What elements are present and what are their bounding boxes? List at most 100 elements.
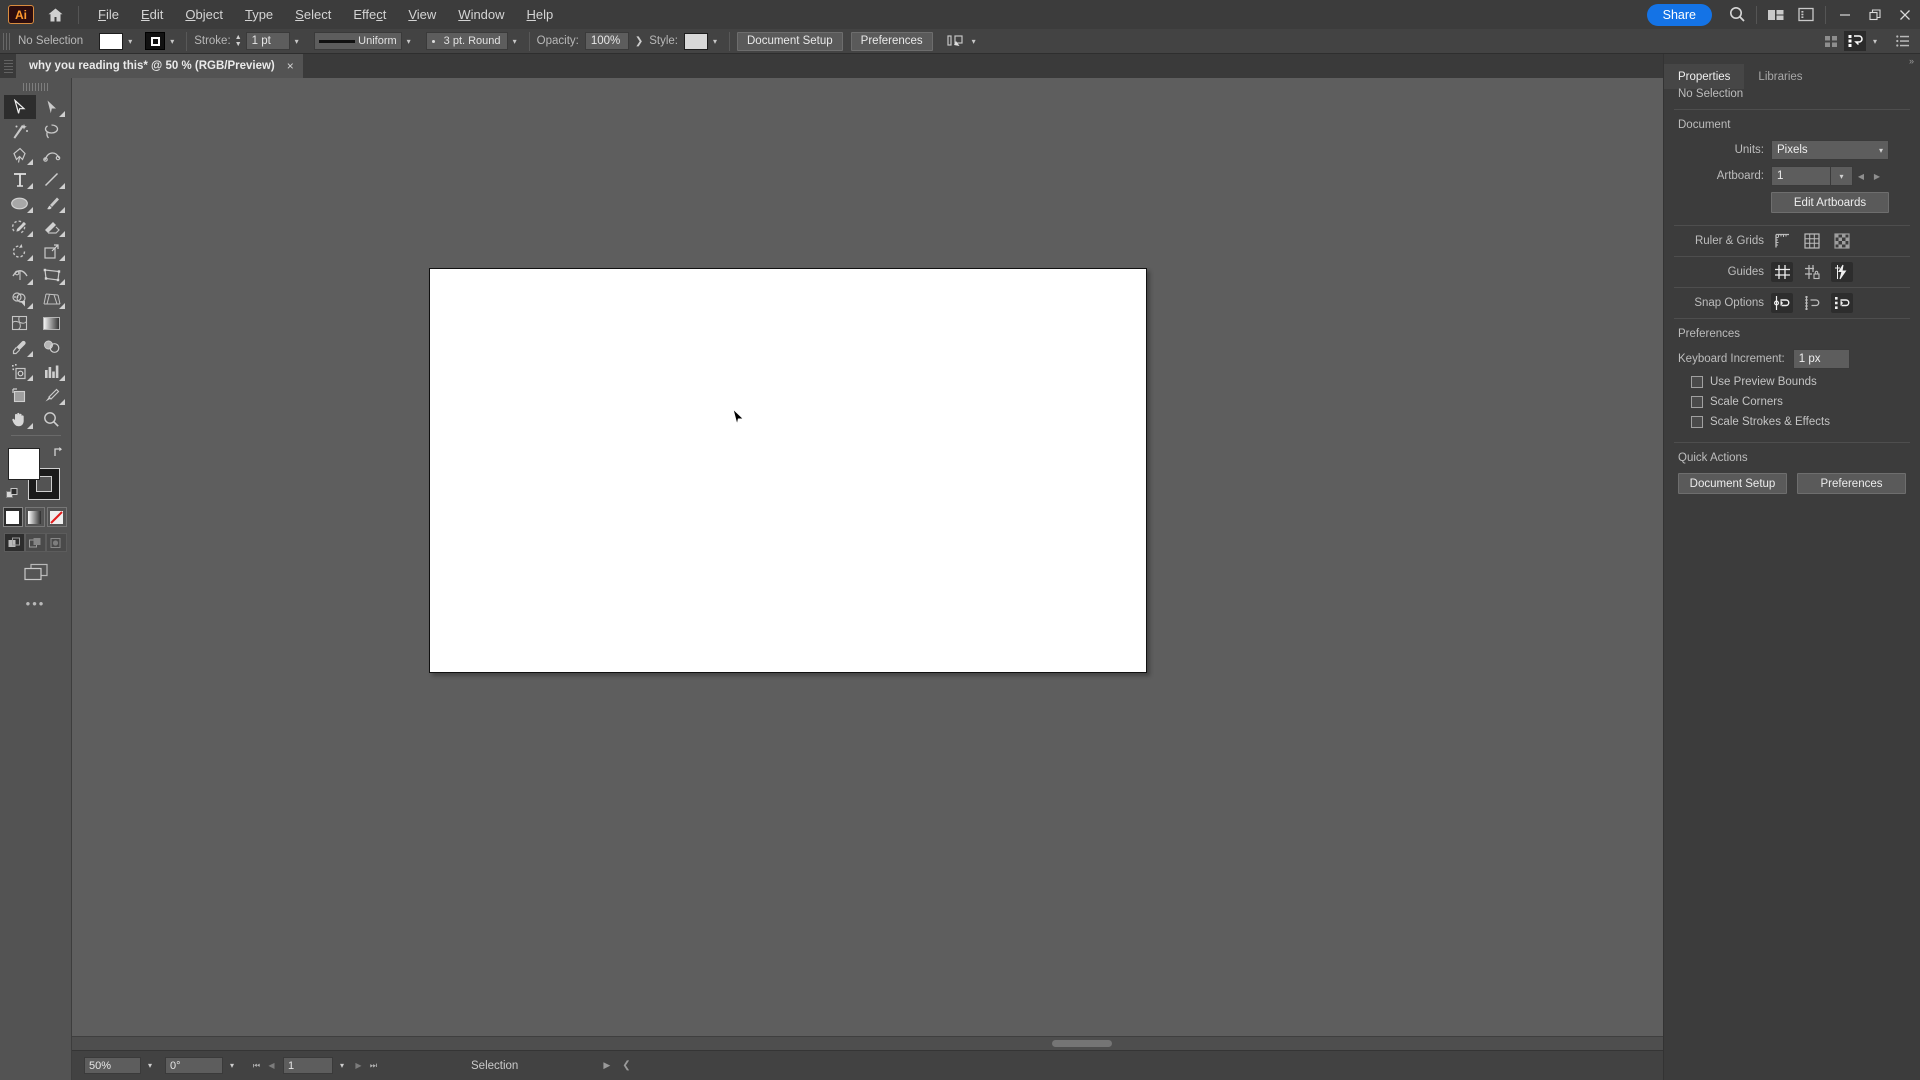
artboard-tool[interactable] <box>4 383 36 407</box>
canvas-area[interactable]: ▲ ▼ <box>72 78 1817 1050</box>
shaper-tool[interactable] <box>4 215 36 239</box>
change-screen-mode-button[interactable] <box>17 560 55 584</box>
menu-select[interactable]: Select <box>284 2 342 27</box>
magic-wand-tool[interactable] <box>4 119 36 143</box>
previous-artboard-icon[interactable]: ◀ <box>264 1057 279 1074</box>
scale-strokes-effects-checkbox[interactable] <box>1691 416 1703 428</box>
curvature-tool[interactable] <box>36 143 68 167</box>
perspective-grid-tool[interactable] <box>36 287 68 311</box>
zoom-chevron-down-icon[interactable]: ▾ <box>141 1057 159 1074</box>
lock-guides-icon[interactable] <box>1801 262 1823 282</box>
use-preview-bounds-checkbox[interactable] <box>1691 376 1703 388</box>
none-mode-button[interactable] <box>46 507 67 527</box>
rotation-input[interactable]: 0° <box>165 1057 223 1074</box>
keyboard-increment-input[interactable]: 1 px <box>1792 349 1850 369</box>
eraser-tool[interactable] <box>36 215 68 239</box>
artboard[interactable] <box>429 268 1147 673</box>
previous-artboard-icon[interactable]: ◀ <box>1853 166 1869 186</box>
tab-libraries[interactable]: Libraries <box>1744 64 1816 89</box>
menu-effect[interactable]: Effect <box>342 2 397 27</box>
pen-tool[interactable] <box>4 143 36 167</box>
next-artboard-icon[interactable]: ▶ <box>351 1057 366 1074</box>
workspace-chevron-down-icon[interactable]: ▾ <box>1868 33 1882 50</box>
window-minimize-button[interactable] <box>1830 0 1860 29</box>
snap-to-point-icon[interactable] <box>1771 293 1793 313</box>
canvas-horizontal-scrollbar[interactable] <box>72 1036 1803 1050</box>
menu-type[interactable]: Type <box>234 2 284 27</box>
fill-chevron-down-icon[interactable]: ▾ <box>123 33 137 50</box>
free-transform-tool[interactable] <box>36 263 68 287</box>
brush-definition-select[interactable]: 3 pt. Round <box>425 32 508 50</box>
preferences-button[interactable]: Preferences <box>850 31 933 51</box>
draw-behind-button[interactable] <box>25 533 46 552</box>
use-preview-bounds-row[interactable]: Use Preview Bounds <box>1664 372 1920 392</box>
fill-color-swatch[interactable] <box>7 448 40 480</box>
scale-strokes-effects-row[interactable]: Scale Strokes & Effects <box>1664 412 1920 432</box>
show-guides-icon[interactable] <box>1771 262 1793 282</box>
color-mode-button[interactable] <box>2 507 23 527</box>
workspace-essentials-icon[interactable] <box>1844 31 1866 51</box>
menu-edit[interactable]: Edit <box>130 2 174 27</box>
shape-builder-tool[interactable] <box>4 287 36 311</box>
share-button[interactable]: Share <box>1646 3 1712 26</box>
panel-menu-icon[interactable] <box>1892 31 1914 51</box>
grid-view-icon[interactable] <box>1820 31 1842 51</box>
next-artboard-icon[interactable]: ▶ <box>1869 166 1885 186</box>
eyedropper-tool[interactable] <box>4 335 36 359</box>
hand-tool[interactable] <box>4 407 36 431</box>
show-transparency-grid-icon[interactable] <box>1831 231 1853 251</box>
zoom-level-input[interactable]: 50% <box>84 1057 141 1074</box>
status-options-icon[interactable]: ❮ <box>622 1060 630 1071</box>
paintbrush-tool[interactable] <box>36 191 68 215</box>
rotate-tool[interactable] <box>4 239 36 263</box>
align-chevron-down-icon[interactable]: ▾ <box>967 33 981 50</box>
swap-fill-stroke-icon[interactable] <box>52 446 64 458</box>
edit-artboards-button[interactable]: Edit Artboards <box>1771 192 1889 213</box>
selection-tool[interactable] <box>3 95 36 119</box>
zoom-tool[interactable] <box>36 407 68 431</box>
horizontal-scroll-thumb[interactable] <box>1052 1040 1112 1047</box>
show-rulers-icon[interactable] <box>1771 231 1793 251</box>
opacity-input[interactable]: 100% <box>584 32 629 50</box>
home-icon[interactable] <box>40 0 70 29</box>
units-select[interactable]: Pixels ▾ <box>1771 140 1889 160</box>
search-icon[interactable] <box>1722 0 1752 29</box>
artboard-number-input[interactable]: 1 <box>1771 166 1831 186</box>
ellipse-tool[interactable] <box>4 191 36 215</box>
line-segment-tool[interactable] <box>36 167 68 191</box>
document-tab-close-icon[interactable]: × <box>287 60 294 72</box>
stroke-weight-chevron-down-icon[interactable]: ▾ <box>290 33 304 50</box>
type-tool[interactable] <box>4 167 36 191</box>
document-tab[interactable]: why you reading this* @ 50 % (RGB/Previe… <box>16 54 303 78</box>
quick-document-setup-button[interactable]: Document Setup <box>1678 473 1787 494</box>
draw-normal-button[interactable] <box>4 533 25 552</box>
menu-object[interactable]: Object <box>174 2 234 27</box>
window-restore-button[interactable] <box>1860 0 1890 29</box>
direct-selection-tool[interactable] <box>36 95 68 119</box>
artboard-chevron-down-icon[interactable]: ▾ <box>333 1057 351 1074</box>
scale-corners-checkbox[interactable] <box>1691 396 1703 408</box>
tab-properties[interactable]: Properties <box>1664 64 1745 89</box>
stroke-color-swatch[interactable] <box>145 32 166 50</box>
arrange-documents-icon[interactable] <box>1761 0 1791 29</box>
mesh-tool[interactable] <box>4 311 36 335</box>
stroke-chevron-down-icon[interactable]: ▾ <box>165 33 179 50</box>
symbol-sprayer-tool[interactable] <box>4 359 36 383</box>
menu-help[interactable]: Help <box>516 2 565 27</box>
slice-tool[interactable] <box>36 383 68 407</box>
menu-view[interactable]: View <box>397 2 447 27</box>
brush-chevron-down-icon[interactable]: ▾ <box>508 33 522 50</box>
toolbar-grip[interactable] <box>22 83 49 91</box>
workspace-switcher-icon[interactable] <box>1791 0 1821 29</box>
control-bar-grip[interactable] <box>3 32 12 50</box>
snap-to-pixel-icon[interactable] <box>1831 293 1853 313</box>
stroke-profile-select[interactable]: Uniform <box>313 32 402 50</box>
scale-corners-row[interactable]: Scale Corners <box>1664 392 1920 412</box>
graphic-style-swatch[interactable] <box>684 32 708 50</box>
artboard-chevron-down-icon[interactable]: ▾ <box>1831 166 1853 186</box>
scale-tool[interactable] <box>36 239 68 263</box>
status-play-icon[interactable]: ▶ <box>603 1060 610 1071</box>
smart-guides-icon[interactable] <box>1831 262 1853 282</box>
artboard-number-input[interactable]: 1 <box>283 1057 333 1074</box>
first-artboard-icon[interactable]: ⏮ <box>249 1057 264 1074</box>
